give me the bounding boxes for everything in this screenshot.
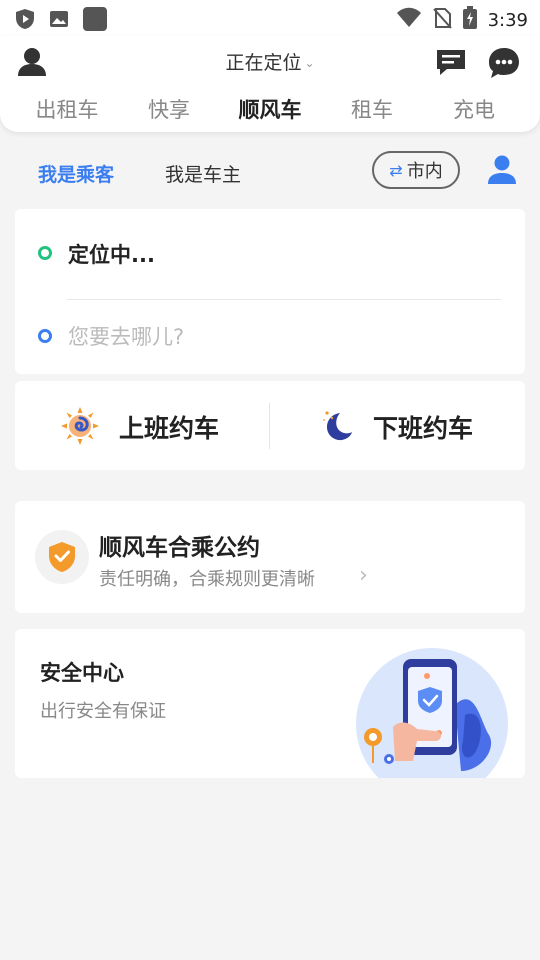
tab-express[interactable]: 快享: [119, 94, 219, 124]
tab-passenger[interactable]: 我是乘客: [38, 160, 114, 187]
off-work-button[interactable]: 下班约车: [270, 381, 525, 470]
top-header: 正在定位 ⌄ 出租车 快享 顺风车 租车 充电: [0, 36, 540, 132]
tab-carpool[interactable]: 顺风车: [220, 94, 320, 124]
pickup-row[interactable]: 定位中...: [15, 235, 525, 275]
to-work-label: 上班约车: [119, 414, 220, 443]
moon-icon: [318, 407, 356, 449]
carpool-pact-card[interactable]: 顺风车合乘公约 责任明确，合乘规则更清晰 ›: [15, 501, 525, 613]
status-time: 3:39: [487, 9, 528, 31]
safety-center-card[interactable]: 安全中心 出行安全有保证: [15, 629, 525, 778]
city-scope-label: 市内: [406, 161, 443, 182]
tab-driver[interactable]: 我是车主: [165, 160, 241, 187]
city-scope-toggle[interactable]: ⇄ 市内: [372, 151, 460, 189]
location-label: 正在定位: [225, 52, 302, 74]
status-bar: 3:39: [0, 0, 540, 36]
chevron-right-icon: ›: [359, 563, 368, 588]
destination-dot-icon: [38, 329, 52, 343]
swap-arrows-icon: ⇄: [389, 160, 403, 180]
address-divider: [67, 299, 501, 300]
shield-check-icon: [48, 541, 76, 577]
pact-icon-bg: [35, 530, 89, 584]
no-sim-icon: [432, 7, 452, 33]
destination-input[interactable]: 您要去哪儿?: [68, 321, 184, 351]
image-icon: [48, 8, 70, 34]
pact-subtitle: 责任明确，合乘规则更清晰: [99, 569, 315, 590]
safety-subtitle: 出行安全有保证: [40, 701, 166, 722]
safety-title: 安全中心: [40, 661, 124, 685]
to-work-button[interactable]: 上班约车: [15, 381, 270, 470]
address-card: 定位中... 您要去哪儿?: [15, 209, 525, 374]
chevron-down-icon: ⌄: [304, 56, 315, 70]
app-square-icon: [82, 6, 108, 36]
tab-taxi[interactable]: 出租车: [17, 94, 117, 124]
off-work-label: 下班约车: [373, 414, 474, 443]
wifi-icon: [396, 7, 422, 33]
pickup-dot-icon: [38, 246, 52, 260]
pact-title: 顺风车合乘公约: [99, 535, 260, 561]
commute-card: 上班约车 下班约车: [15, 381, 525, 470]
customer-service-icon[interactable]: [487, 46, 521, 80]
user-profile-icon[interactable]: [486, 154, 518, 186]
role-switch-row: 我是乘客 我是车主 ⇄ 市内: [0, 150, 540, 194]
battery-charging-icon: [462, 6, 478, 34]
sun-icon: [61, 407, 99, 449]
shield-app-icon: [14, 8, 36, 34]
tab-charging[interactable]: 充电: [424, 94, 524, 124]
destination-row[interactable]: 您要去哪儿?: [15, 317, 525, 357]
message-icon[interactable]: [435, 48, 467, 76]
service-mode-tabs: 出租车 快享 顺风车 租车 充电: [0, 94, 540, 126]
tab-rental[interactable]: 租车: [322, 94, 422, 124]
safety-illustration: [351, 645, 525, 778]
pickup-location: 定位中...: [68, 243, 155, 267]
